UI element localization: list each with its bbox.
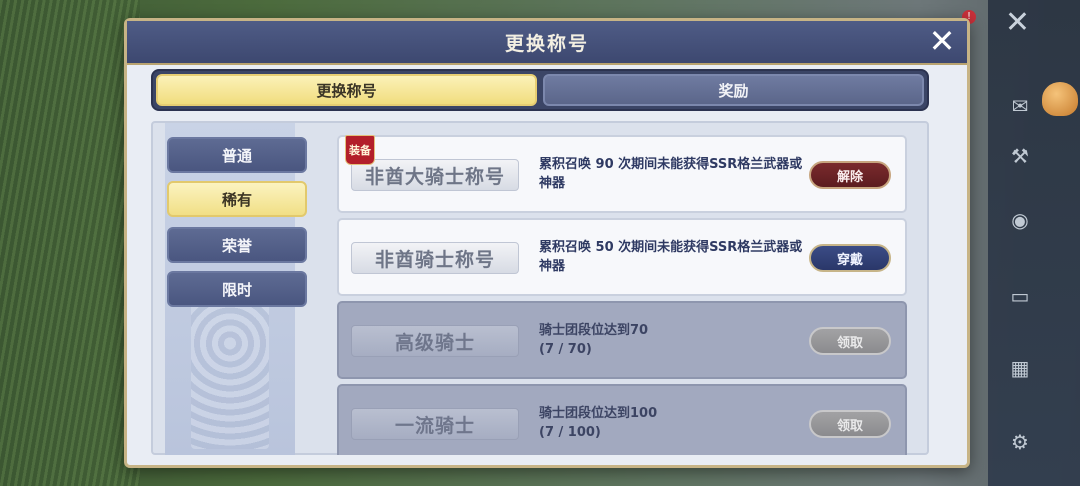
title-condition: 累积召唤 90 次期间未能获得SSR格兰武器或神器 — [539, 157, 803, 191]
outer-close-icon[interactable]: ✕ — [1005, 8, 1030, 38]
title-condition: 累积召唤 50 次期间未能获得SSR格兰武器或神器 — [539, 240, 803, 274]
title-banner: 非酋骑士称号 — [351, 236, 519, 280]
content-panel: 普通 稀有 荣誉 限时 非酋大骑士称号 装备 累积召唤 90 次期间未能获得SS… — [151, 121, 929, 455]
claim-button[interactable]: 领取 — [809, 410, 891, 438]
progress-text: (7 / 70) — [539, 342, 592, 357]
title-condition: 骑士团段位达到100 (7 / 100) — [539, 404, 809, 442]
tab-rewards[interactable]: 奖励 — [543, 74, 924, 106]
title-banner: 一流骑士 — [351, 402, 519, 446]
equipped-badge: 装备 — [345, 135, 375, 165]
title-card: 非酋骑士称号 累积召唤 50 次期间未能获得SSR格兰武器或神器 穿戴 — [337, 218, 907, 296]
title-banner: 非酋大骑士称号 — [351, 153, 519, 197]
title-condition: 骑士团段位达到70 (7 / 70) — [539, 321, 809, 359]
camera-icon[interactable]: ◉ — [1006, 206, 1034, 234]
tools-icon[interactable]: ⚒ — [1006, 142, 1034, 170]
dialog-title: 更换称号 — [504, 32, 589, 55]
category-rare[interactable]: 稀有 — [167, 181, 307, 217]
change-title-dialog: 更换称号 ✕ 更换称号 奖励 普通 稀有 荣誉 限时 非酋大骑士称号 装备 累积… — [124, 18, 970, 468]
dialog-header: 更换称号 ✕ — [127, 21, 967, 65]
condition-text: 骑士团段位达到70 — [539, 323, 649, 338]
condition-text: 骑士团段位达到100 — [539, 406, 658, 421]
title-card: 非酋大骑士称号 装备 累积召唤 90 次期间未能获得SSR格兰武器或神器 解除 — [337, 135, 907, 213]
battery-icon[interactable]: ▭ — [1006, 282, 1034, 310]
title-name: 一流骑士 — [394, 414, 475, 437]
title-list[interactable]: 非酋大骑士称号 装备 累积召唤 90 次期间未能获得SSR格兰武器或神器 解除 … — [337, 135, 907, 455]
title-banner: 高级骑士 — [351, 319, 519, 363]
tab-bar: 更换称号 奖励 — [151, 69, 929, 111]
settings-gear-icon[interactable]: ⚙ — [1006, 428, 1034, 456]
title-card: 一流骑士 骑士团段位达到100 (7 / 100) 领取 — [337, 384, 907, 455]
progress-text: (7 / 100) — [539, 425, 601, 440]
background-grass — [0, 0, 140, 486]
title-card: 高级骑士 骑士团段位达到70 (7 / 70) 领取 — [337, 301, 907, 379]
title-name: 高级骑士 — [394, 331, 475, 354]
category-normal[interactable]: 普通 — [167, 137, 307, 173]
category-limited[interactable]: 限时 — [167, 271, 307, 307]
pet-companion-icon[interactable] — [1042, 82, 1078, 116]
title-name: 非酋大骑士称号 — [364, 165, 505, 188]
unequip-button[interactable]: 解除 — [809, 161, 891, 189]
tab-change-title[interactable]: 更换称号 — [156, 74, 537, 106]
close-icon[interactable]: ✕ — [927, 25, 957, 57]
equip-button[interactable]: 穿戴 — [809, 244, 891, 272]
category-honor[interactable]: 荣誉 — [167, 227, 307, 263]
title-name: 非酋骑士称号 — [374, 248, 495, 271]
mail-icon[interactable]: ✉ — [1006, 92, 1034, 120]
right-side-menu: ✉ ⚒ ◉ ▭ ▦ ⚙ — [988, 0, 1080, 486]
claim-button[interactable]: 领取 — [809, 327, 891, 355]
calendar-icon[interactable]: ▦ — [1006, 354, 1034, 382]
